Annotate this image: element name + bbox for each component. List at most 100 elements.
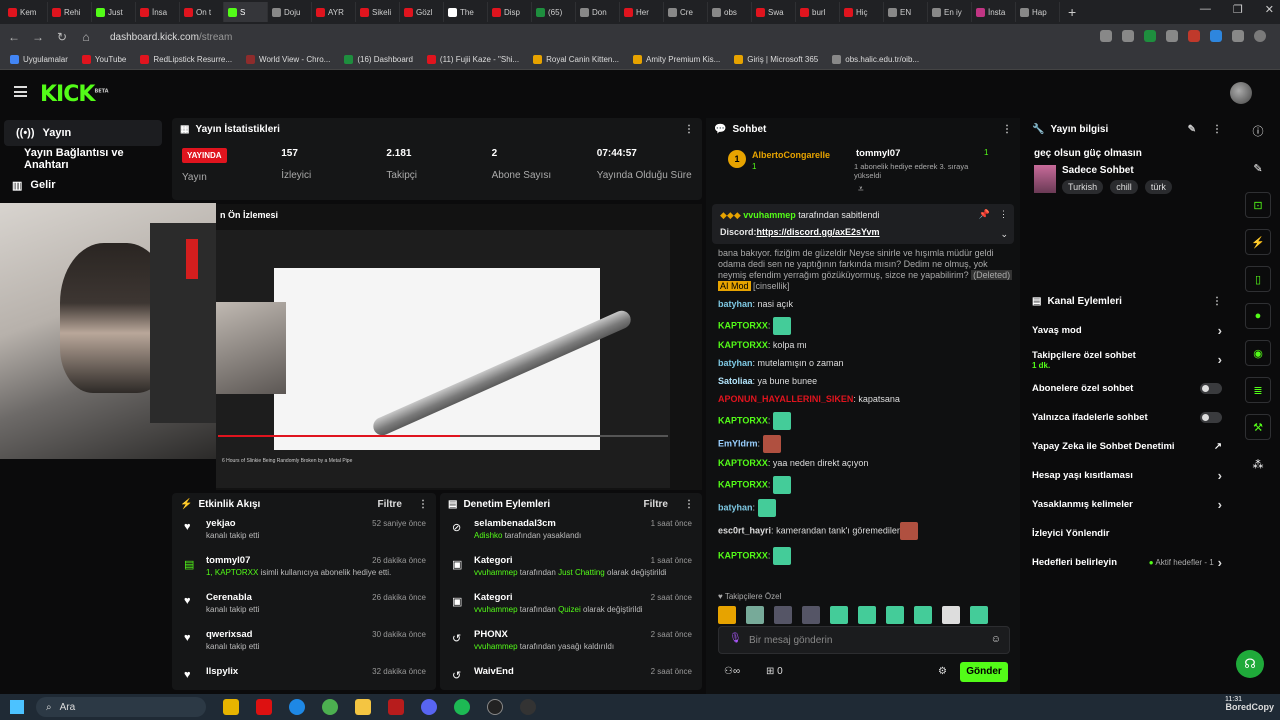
activity-filter-button[interactable]: Filtre <box>378 499 402 510</box>
extension-icon[interactable] <box>1144 30 1156 42</box>
browser-tab[interactable]: burl <box>796 2 840 22</box>
bookmark-item[interactable]: Uygulamalar <box>10 55 68 64</box>
settings-icon[interactable]: ⚙ <box>938 666 947 677</box>
redirect-row[interactable]: İzleyici Yönlendir <box>1024 519 1230 548</box>
pin-icon[interactable]: 📌 <box>979 209 990 220</box>
modlog-item[interactable]: ↺ PHONX vvuhammep tarafından yasağı kaldır… <box>440 628 702 663</box>
nav-stream[interactable]: ((•)) Yayın <box>4 120 162 146</box>
preview-video[interactable]: 6 Hours of Slinkie Being Randomly Broken… <box>216 230 670 488</box>
chat-message[interactable]: batyhan: <box>718 499 1014 517</box>
chat-message[interactable]: Satoliaa: ya bune bunee <box>718 376 1014 387</box>
emote[interactable] <box>774 606 792 624</box>
back-icon[interactable]: ← <box>4 30 24 44</box>
broadcast-icon[interactable]: ◉ <box>1245 340 1271 366</box>
chat-message[interactable]: KAPTORXX: <box>718 412 1014 430</box>
spotify-icon[interactable] <box>454 699 470 715</box>
modlog-item[interactable]: ▣ Kategori vvuhammep tarafından Quizei ola… <box>440 591 702 626</box>
puzzle-icon[interactable] <box>1232 30 1244 42</box>
browser-tab[interactable]: En iy <box>928 2 972 22</box>
windows-start-icon[interactable] <box>10 700 24 714</box>
chat-message[interactable]: KAPTORXX: <box>718 476 1014 494</box>
chevron-down-icon[interactable]: ⌄ <box>1000 229 1008 240</box>
users-icon[interactable]: ⚇∞ <box>724 666 740 677</box>
chat-username[interactable]: EmYldrm <box>718 438 758 448</box>
emoji-icon[interactable]: ☺ <box>991 634 1001 645</box>
browser-tab[interactable]: Don <box>576 2 620 22</box>
wrench-icon[interactable]: ⚒ <box>1245 414 1271 440</box>
followers-chat-row[interactable]: Takipçilere özel sohbet 1 dk. › <box>1024 345 1230 374</box>
more-icon[interactable]: ⋮ <box>684 499 694 510</box>
banned-words-row[interactable]: Yasaklanmış kelimeler › <box>1024 490 1230 519</box>
activity-item[interactable]: ♥ yekjao kanalı takip etti 52 saniye önce <box>172 517 436 552</box>
subs-chat-row[interactable]: Abonelere özel sohbet <box>1024 374 1230 403</box>
ai-mod-row[interactable]: Yapay Zeka ile Sohbet Denetimi ↗ <box>1024 432 1230 461</box>
browser-tab[interactable]: Swa <box>752 2 796 22</box>
layers-icon[interactable]: ≣ <box>1245 377 1271 403</box>
expand-icon[interactable]: ⩡ <box>858 184 864 195</box>
obs-icon[interactable] <box>487 699 503 715</box>
share-icon[interactable] <box>1100 30 1112 42</box>
browser-tab[interactable]: İnsta <box>972 2 1016 22</box>
browser-tab[interactable]: S <box>224 2 268 22</box>
new-tab-button[interactable]: + <box>1068 4 1076 20</box>
close-icon[interactable]: ✕ <box>1265 3 1274 16</box>
bookmark-item[interactable]: YouTube <box>81 55 126 64</box>
modlog-item[interactable]: ⊘ selambenadal3cm Adishko tarafından yasak… <box>440 517 702 552</box>
browser-tab[interactable]: İnsa <box>136 2 180 22</box>
browser-tab[interactable]: Her <box>620 2 664 22</box>
emotes-chat-toggle[interactable] <box>1200 412 1222 423</box>
modlog-filter-button[interactable]: Filtre <box>644 499 668 510</box>
browser-tab[interactable]: EN <box>884 2 928 22</box>
goals-row[interactable]: Hedefleri belirleyin ● Aktif hedefler - 1… <box>1024 548 1230 577</box>
subs-chat-toggle[interactable] <box>1200 383 1222 394</box>
emote[interactable] <box>718 606 736 624</box>
info-icon[interactable]: ⓘ <box>1245 118 1271 144</box>
file-explorer-icon[interactable] <box>223 699 239 715</box>
discord-icon[interactable] <box>421 699 437 715</box>
opera-icon[interactable] <box>256 699 272 715</box>
lightning-icon[interactable]: ⚡ <box>1245 229 1271 255</box>
browser-tab[interactable]: Disp <box>488 2 532 22</box>
emote[interactable] <box>886 606 904 624</box>
browser-tab[interactable]: obs <box>708 2 752 22</box>
gift-user-name[interactable]: tommyl07 <box>856 148 900 159</box>
more-icon[interactable]: ⋮ <box>418 499 428 510</box>
chat-username[interactable]: KAPTORXX <box>718 479 768 489</box>
activity-item[interactable]: ♥ qwerixsad kanalı takip etti 30 dakika önc… <box>172 628 436 663</box>
app-icon[interactable] <box>388 699 404 715</box>
edit-icon[interactable]: ✎ <box>1188 124 1196 135</box>
home-icon[interactable]: ⌂ <box>76 30 96 44</box>
extension-icon[interactable] <box>1166 30 1178 42</box>
edit-icon[interactable]: ✎ <box>1245 155 1271 181</box>
bookmark-item[interactable]: (16) Dashboard <box>344 55 413 64</box>
age-limits-row[interactable]: Hesap yaşı kısıtlaması › <box>1024 461 1230 490</box>
support-icon[interactable]: ☊ <box>1236 650 1264 678</box>
bookmark-item[interactable]: World View - Chro... <box>246 55 330 64</box>
emote[interactable] <box>858 606 876 624</box>
more-icon[interactable]: ⋮ <box>1212 124 1222 135</box>
browser-tab[interactable]: On t <box>180 2 224 22</box>
bookmark-item[interactable]: Giriş | Microsoft 365 <box>734 55 818 64</box>
chat-message[interactable]: KAPTORXX: <box>718 317 1014 335</box>
pinned-message[interactable]: ◆◆◆ vvuhammep tarafından sabitlendi 📌 ⋮ Di… <box>712 204 1014 244</box>
notes-icon[interactable] <box>355 699 371 715</box>
send-button[interactable]: Gönder <box>960 662 1008 682</box>
chat-username[interactable]: batyhan <box>718 299 753 309</box>
bookmark-item[interactable]: obs.halic.edu.tr/oib... <box>832 55 919 64</box>
taskbar-search[interactable]: ⌕ Ara <box>36 697 206 717</box>
restore-icon[interactable]: ❐ <box>1233 3 1243 16</box>
chat-input[interactable]: 🎙 Bir mesaj gönderin ☺ <box>718 626 1010 654</box>
nav-income[interactable]: ▥ Gelir <box>0 172 170 198</box>
top-gifter-name[interactable]: AlbertoCongarelle <box>752 150 830 160</box>
kick-logo[interactable]: KICKBETA <box>40 82 109 107</box>
emote[interactable] <box>914 606 932 624</box>
chat-message[interactable]: KAPTORXX: <box>718 547 1014 565</box>
emote[interactable] <box>830 606 848 624</box>
browser-tab[interactable]: Rehi <box>48 2 92 22</box>
chat-bubble-icon[interactable]: ● <box>1245 303 1271 329</box>
avatar[interactable] <box>1230 82 1252 104</box>
emote[interactable] <box>802 606 820 624</box>
bookmark-item[interactable]: Amity Premium Kis... <box>633 55 720 64</box>
chat-username[interactable]: APONUN_HAYALLERINI_SIKEN <box>718 394 853 404</box>
browser-tab[interactable]: Hap <box>1016 2 1060 22</box>
